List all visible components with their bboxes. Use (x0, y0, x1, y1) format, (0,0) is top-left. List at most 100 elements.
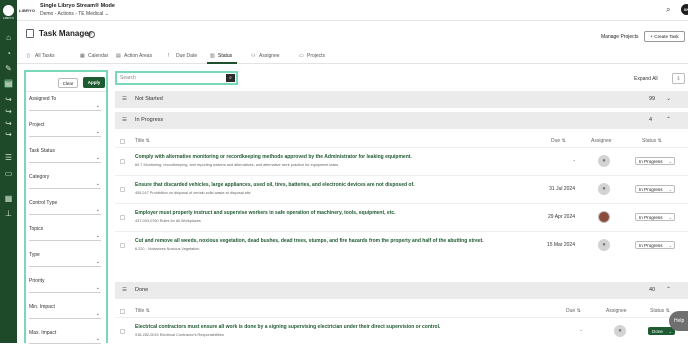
assigned-to-select[interactable]: ⌄ (29, 103, 101, 111)
column-status[interactable]: Status ⇅ (642, 138, 662, 144)
group-count: 4 (649, 117, 653, 123)
status-dropdown[interactable]: In Progress ⌄ (635, 157, 675, 165)
tab-label: Action Areas (124, 53, 153, 59)
chevron-down-icon: ⌄ (95, 103, 100, 109)
user-avatar-icon[interactable]: ● (598, 183, 610, 195)
chevron-up-icon[interactable]: ⌃ (666, 286, 671, 293)
user-avatar[interactable]: XN (681, 4, 688, 15)
task-source: 6.220 - Nuisances Noxious Vegetation (135, 247, 200, 251)
table-row[interactable]: Employer must properly instruct and supe… (115, 203, 688, 231)
user-avatar-photo[interactable] (598, 211, 610, 223)
manage-projects-link[interactable]: Manage Projects (601, 34, 639, 40)
user-avatar-icon[interactable]: ● (614, 325, 626, 337)
table-row[interactable]: Comply with alternative monitoring or re… (115, 147, 688, 175)
group-header-in-progress[interactable]: ☰ In Progress 4 ⌃ (115, 112, 688, 129)
select-all-checkbox[interactable] (120, 309, 125, 314)
arrow-right-icon[interactable]: ↪ (4, 95, 13, 104)
search-icon[interactable]: ⌕ (226, 74, 235, 82)
column-status[interactable]: Status ⇅ (650, 308, 670, 314)
home-icon[interactable]: ⌂ (4, 33, 13, 42)
status-dropdown[interactable]: Done ⌄ (648, 327, 675, 335)
table-row[interactable]: Cut and remove all weeds, noxious vegeta… (115, 231, 688, 259)
chevron-up-icon[interactable]: ⌃ (666, 116, 671, 123)
tab-label: Calendar (88, 53, 109, 59)
control-type-select[interactable]: ⌄ (29, 207, 101, 215)
project-select[interactable]: ⌄ (29, 129, 101, 137)
user-avatar-icon[interactable]: ● (598, 155, 610, 167)
search-icon[interactable]: ⌕ (666, 5, 675, 14)
status-dropdown[interactable]: In Progress ⌄ (635, 185, 675, 193)
tab-due-date[interactable]: ! Due Date (168, 53, 197, 59)
task-search-input[interactable]: Search ⌕ (115, 71, 238, 85)
row-checkbox[interactable] (120, 215, 125, 220)
help-button[interactable]: Help (669, 311, 688, 331)
min-impact-select[interactable]: ⌄ (29, 311, 101, 319)
stream-selector[interactable]: Demo - Actions - TE Medical ⌄ (40, 11, 109, 17)
libryo-logo[interactable] (3, 5, 14, 16)
bell-icon[interactable]: ◔ (4, 49, 13, 58)
chevron-down-icon: ⌄ (668, 243, 672, 248)
tab-projects[interactable]: ▭ Projects (299, 53, 325, 59)
clear-filters-button[interactable]: Clear (58, 78, 78, 88)
column-due[interactable]: Due ⇅ (566, 308, 581, 314)
org-chart-icon[interactable]: ⊥ (4, 209, 13, 218)
task-title[interactable]: Employer must properly instruct and supe… (135, 210, 396, 216)
status-dropdown[interactable]: In Progress ⌄ (635, 213, 675, 221)
task-title[interactable]: Ensure that discarded vehicles, large ap… (135, 182, 415, 188)
task-title[interactable]: Electrical contractors must ensure all w… (135, 324, 440, 330)
column-title[interactable]: Title ⇅ (135, 308, 150, 314)
wrench-icon[interactable]: ✎ (4, 64, 13, 73)
group-header-done[interactable]: ☰ Done 40 ⌃ (115, 282, 688, 299)
list-icon[interactable]: ☰ (4, 153, 13, 162)
row-checkbox[interactable] (120, 329, 125, 334)
chevron-down-icon: ⌄ (668, 159, 672, 164)
column-title-label: Title (135, 138, 145, 144)
task-title[interactable]: Comply with alternative monitoring or re… (135, 154, 412, 160)
chevron-down-icon: ⌄ (95, 311, 100, 317)
arrow-right-icon[interactable]: ↪ (4, 119, 13, 128)
list-icon: ☰ (122, 96, 127, 102)
chevron-down-icon[interactable]: ⌄ (666, 95, 671, 102)
apply-filters-button[interactable]: Apply (83, 77, 105, 88)
create-task-button[interactable]: + Create Task (644, 31, 685, 42)
column-due-label: Due (566, 308, 576, 314)
column-due[interactable]: Due ⇅ (551, 138, 566, 144)
chevron-down-icon: ⌄ (95, 336, 100, 342)
priority-select[interactable]: ⌄ (29, 285, 101, 293)
filters-panel: Clear Apply Assigned To ⌄ Project ⌄ Task… (24, 70, 108, 344)
tab-status[interactable]: ▥ Status (210, 53, 232, 59)
sort-icon: ⇅ (576, 308, 581, 314)
tab-calendar[interactable]: ▦ Calendar (80, 53, 108, 59)
brand-wordmark: LIBRYO (19, 8, 36, 13)
arrow-right-icon[interactable]: ↪ (4, 130, 13, 139)
row-checkbox[interactable] (120, 187, 125, 192)
group-label: Done (135, 287, 149, 293)
help-circle-icon[interactable]: ? (88, 31, 95, 38)
table-row[interactable]: Ensure that discarded vehicles, large ap… (115, 175, 688, 203)
category-select[interactable]: ⌄ (29, 181, 101, 189)
user-avatar-icon[interactable]: ● (598, 239, 610, 251)
grid-icon[interactable]: ▦ (4, 194, 13, 203)
expand-all-button[interactable]: Expand All (634, 76, 658, 82)
topics-select[interactable]: ⌄ (29, 233, 101, 241)
filter-label-topics: Topics (29, 226, 44, 232)
tasks-icon[interactable]: ▤ (4, 79, 13, 88)
tab-assignee[interactable]: ⚇ Assignee (251, 53, 280, 59)
arrow-right-icon[interactable]: ↪ (4, 107, 13, 116)
folder-icon[interactable]: ▭ (4, 169, 13, 178)
tab-all-tasks[interactable]: ▯ All Tasks (27, 53, 55, 59)
stream-name: Demo - Actions - TE Medical (40, 11, 104, 17)
export-icon[interactable]: ⇩ (672, 73, 685, 84)
select-all-checkbox[interactable] (120, 139, 125, 144)
type-select[interactable]: ⌄ (29, 259, 101, 267)
table-row[interactable]: Electrical contractors must ensure all w… (115, 317, 688, 345)
column-title[interactable]: Title ⇅ (135, 138, 150, 144)
filter-label-project: Project (29, 122, 45, 128)
group-header-not-started[interactable]: ☰ Not Started 99 ⌄ (115, 91, 688, 108)
tab-action-areas[interactable]: ▤ Action Areas (116, 53, 152, 59)
status-dropdown[interactable]: In Progress ⌄ (635, 241, 675, 249)
row-checkbox[interactable] (120, 159, 125, 164)
task-status-select[interactable]: ⌄ (29, 155, 101, 163)
row-checkbox[interactable] (120, 243, 125, 248)
task-title[interactable]: Cut and remove all weeds, noxious vegeta… (135, 238, 484, 244)
